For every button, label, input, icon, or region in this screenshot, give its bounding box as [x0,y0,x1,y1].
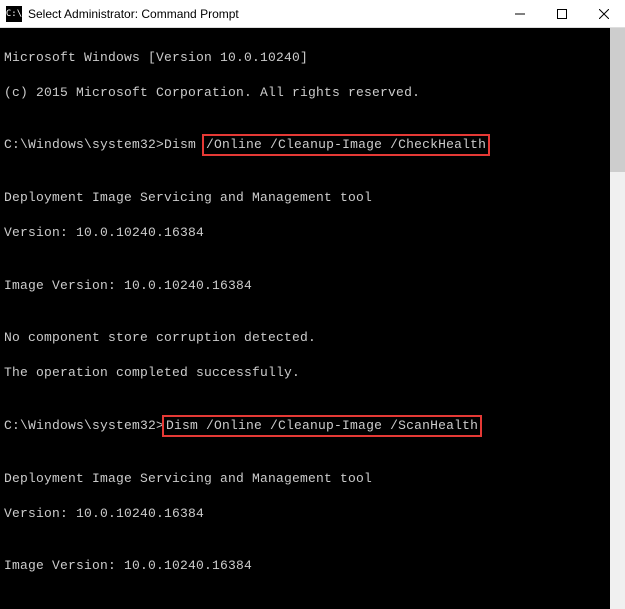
window-titlebar: C:\ Select Administrator: Command Prompt [0,0,625,28]
highlighted-command: Dism /Online /Cleanup-Image /ScanHealth [164,417,480,435]
cmd-icon: C:\ [6,6,22,22]
window-title: Select Administrator: Command Prompt [28,7,499,21]
console-line: Image Version: 10.0.10240.16384 [4,277,621,295]
console-line: Deployment Image Servicing and Managemen… [4,189,621,207]
console-line: C:\Windows\system32>Dism /Online /Cleanu… [4,417,621,435]
scroll-thumb[interactable] [610,28,625,172]
window-controls [499,0,625,28]
highlighted-command: /Online /Cleanup-Image /CheckHealth [204,136,488,154]
console-line: The operation completed successfully. [4,364,621,382]
minimize-button[interactable] [499,0,541,28]
console-line: Version: 10.0.10240.16384 [4,224,621,242]
console-area[interactable]: Microsoft Windows [Version 10.0.10240] (… [0,28,625,609]
maximize-button[interactable] [541,0,583,28]
console-line: Deployment Image Servicing and Managemen… [4,470,621,488]
console-line: (c) 2015 Microsoft Corporation. All righ… [4,84,621,102]
console-line: Version: 10.0.10240.16384 [4,505,621,523]
scrollbar-vertical[interactable]: ▲ [610,28,625,609]
console-line: Image Version: 10.0.10240.16384 [4,557,621,575]
console-line: C:\Windows\system32>Dism /Online /Cleanu… [4,136,621,154]
console-line: No component store corruption detected. [4,329,621,347]
console-line: Microsoft Windows [Version 10.0.10240] [4,49,621,67]
close-button[interactable] [583,0,625,28]
